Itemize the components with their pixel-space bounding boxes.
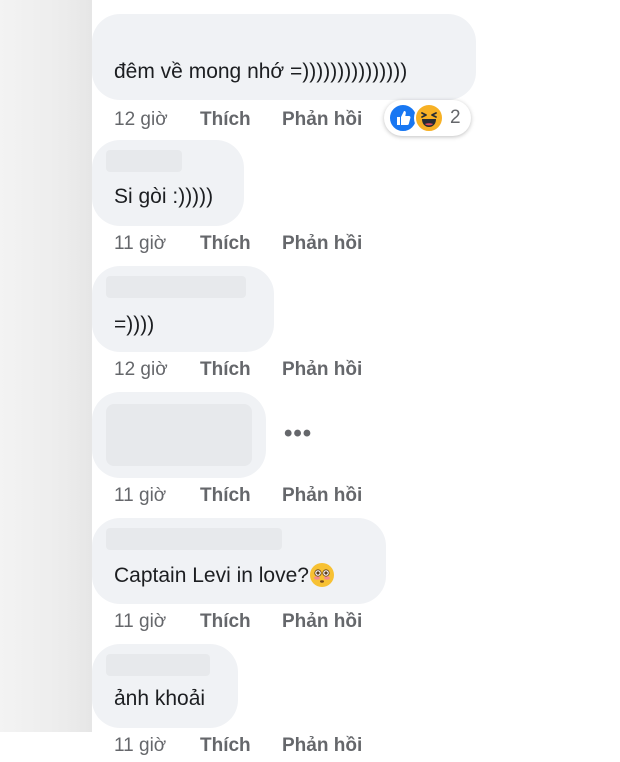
comment-text: ảnh khoải bbox=[114, 687, 206, 710]
comment: ••• 11 giờ Thích Phản hồi bbox=[92, 392, 620, 512]
like-button[interactable]: Thích bbox=[200, 108, 282, 132]
comment-bubble: đêm về mong nhớ =))))))))))))))) bbox=[92, 14, 476, 100]
author-name-redacted bbox=[106, 654, 210, 676]
like-button[interactable]: Thích bbox=[200, 358, 282, 382]
reaction-summary[interactable]: 2 bbox=[384, 100, 471, 136]
comment-text: đêm về mong nhớ =))))))))))))))) bbox=[114, 60, 408, 83]
comment-timestamp[interactable]: 12 giờ bbox=[114, 108, 200, 132]
comment-bubble bbox=[92, 392, 266, 478]
comment: đêm về mong nhớ =))))))))))))))) 2 12 gi… bbox=[92, 14, 620, 136]
like-button[interactable]: Thích bbox=[200, 484, 282, 508]
reply-button[interactable]: Phản hồi bbox=[282, 358, 362, 382]
comment-bubble: ảnh khoải bbox=[92, 644, 238, 728]
like-button[interactable]: Thích bbox=[200, 232, 282, 256]
comment-meta: 11 giờ Thích Phản hồi bbox=[114, 734, 362, 758]
comment-text-body: Captain Levi in love? bbox=[114, 564, 309, 587]
comment-timestamp[interactable]: 11 giờ bbox=[114, 734, 200, 758]
comment-timestamp[interactable]: 11 giờ bbox=[114, 232, 200, 256]
reply-button[interactable]: Phản hồi bbox=[282, 610, 362, 634]
comment-bubble: Si gòi :))))) bbox=[92, 140, 244, 226]
haha-icon bbox=[414, 103, 444, 133]
comment-meta: 11 giờ Thích Phản hồi bbox=[114, 610, 362, 634]
comment-meta: 11 giờ Thích Phản hồi bbox=[114, 232, 362, 256]
comment: ảnh khoải 11 giờ Thích Phản hồi bbox=[92, 644, 620, 762]
reply-button[interactable]: Phản hồi bbox=[282, 108, 362, 132]
like-button[interactable]: Thích bbox=[200, 734, 282, 758]
reaction-count: 2 bbox=[450, 107, 461, 128]
comment: Captain Levi in love? 11 giờ Thích Phản hồ… bbox=[92, 518, 620, 638]
left-panel bbox=[0, 0, 92, 732]
reply-button[interactable]: Phản hồi bbox=[282, 484, 362, 508]
author-name-redacted bbox=[106, 276, 246, 298]
comment-timestamp[interactable]: 12 giờ bbox=[114, 358, 200, 382]
comment-bubble: =)))) bbox=[92, 266, 274, 352]
author-name-redacted bbox=[106, 150, 182, 172]
comment-meta: 12 giờ Thích Phản hồi bbox=[114, 108, 362, 132]
reply-button[interactable]: Phản hồi bbox=[282, 734, 362, 758]
comment-text: =)))) bbox=[114, 313, 155, 336]
comment-timestamp[interactable]: 11 giờ bbox=[114, 610, 200, 634]
comment: Si gòi :))))) 11 giờ Thích Phản hồi bbox=[92, 140, 620, 260]
comment-meta: 12 giờ Thích Phản hồi bbox=[114, 358, 362, 382]
like-button[interactable]: Thích bbox=[200, 610, 282, 634]
comment-text: Si gòi :))))) bbox=[114, 185, 214, 208]
comment-meta: 11 giờ Thích Phản hồi bbox=[114, 484, 362, 508]
flushed-face-emoji bbox=[309, 563, 334, 587]
comment-text: Captain Levi in love? bbox=[114, 562, 335, 589]
comment-timestamp[interactable]: 11 giờ bbox=[114, 484, 200, 508]
author-name-redacted bbox=[106, 528, 282, 550]
reply-button[interactable]: Phản hồi bbox=[282, 232, 362, 256]
comment-bubble: Captain Levi in love? bbox=[92, 518, 386, 604]
comment: =)))) 12 giờ Thích Phản hồi bbox=[92, 266, 620, 386]
more-options-button[interactable]: ••• bbox=[284, 422, 312, 446]
comment-content-redacted bbox=[106, 404, 252, 466]
